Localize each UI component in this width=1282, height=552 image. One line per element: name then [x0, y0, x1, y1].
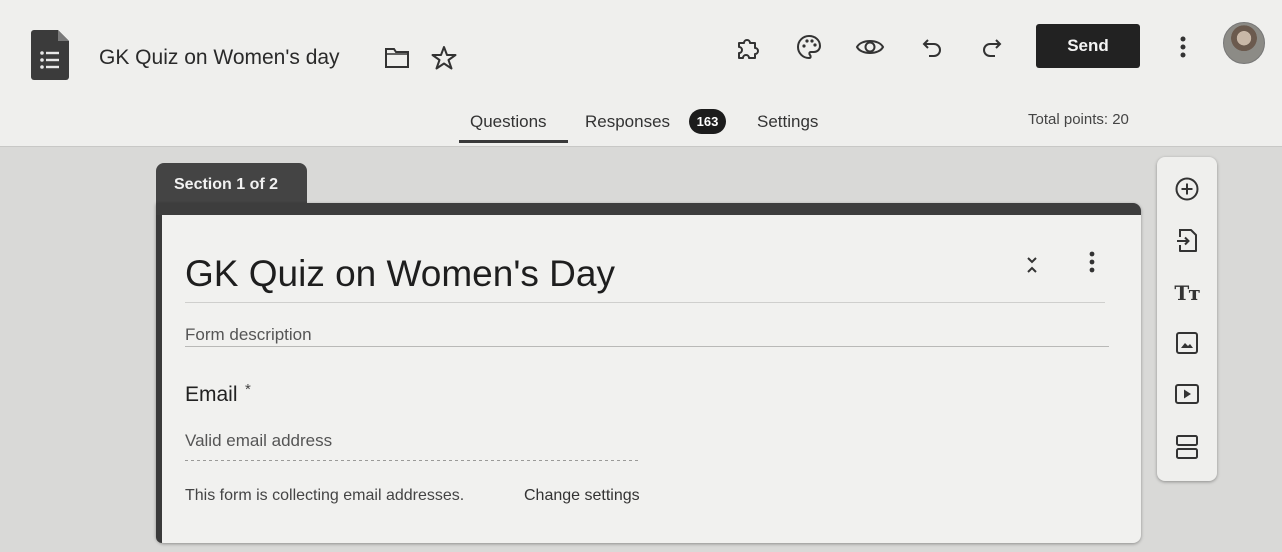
title-underline — [185, 302, 1105, 303]
star-icon[interactable] — [431, 45, 457, 71]
collapse-section-icon[interactable] — [1022, 250, 1042, 280]
active-tab-indicator — [459, 140, 568, 143]
add-title-icon[interactable]: Tт — [1171, 277, 1203, 309]
palette-icon[interactable] — [794, 32, 824, 62]
form-section-title[interactable]: GK Quiz on Women's Day — [185, 253, 615, 295]
tab-responses[interactable]: Responses — [585, 112, 670, 132]
change-settings-link[interactable]: Change settings — [524, 487, 640, 505]
more-options-icon[interactable] — [1170, 32, 1196, 62]
email-answer-field: Valid email address — [185, 431, 333, 450]
responses-count-badge: 163 — [689, 109, 726, 134]
tab-questions[interactable]: Questions — [470, 112, 547, 132]
preview-eye-icon[interactable] — [855, 32, 885, 62]
description-underline — [185, 346, 1109, 347]
section-more-icon[interactable] — [1082, 249, 1102, 275]
email-field-underline — [185, 460, 641, 461]
send-button[interactable]: Send — [1036, 24, 1140, 68]
add-section-icon[interactable] — [1171, 431, 1203, 463]
add-video-icon[interactable] — [1171, 378, 1203, 410]
undo-icon[interactable] — [917, 32, 947, 62]
app-header: GK Quiz on Women's day Send Questions Re… — [0, 0, 1282, 147]
total-points: Total points: 20 — [1028, 111, 1129, 128]
tab-settings[interactable]: Settings — [757, 112, 818, 132]
email-question-label: Email — [185, 383, 238, 406]
redo-icon[interactable] — [977, 32, 1007, 62]
form-title[interactable]: GK Quiz on Women's day — [99, 46, 340, 70]
card-focus-bar — [156, 215, 162, 543]
addon-icon[interactable] — [733, 32, 763, 62]
forms-logo-icon[interactable] — [31, 30, 69, 80]
import-questions-icon[interactable] — [1171, 225, 1203, 257]
avatar[interactable] — [1223, 22, 1265, 64]
form-description-input[interactable]: Form description — [185, 325, 312, 345]
add-title-glyph: Tт — [1174, 281, 1200, 305]
move-to-folder-icon[interactable] — [384, 47, 410, 69]
add-question-icon[interactable] — [1171, 173, 1203, 205]
required-asterisk: * — [245, 381, 251, 398]
add-image-icon[interactable] — [1171, 327, 1203, 359]
collecting-emails-note: This form is collecting email addresses. — [185, 487, 465, 504]
